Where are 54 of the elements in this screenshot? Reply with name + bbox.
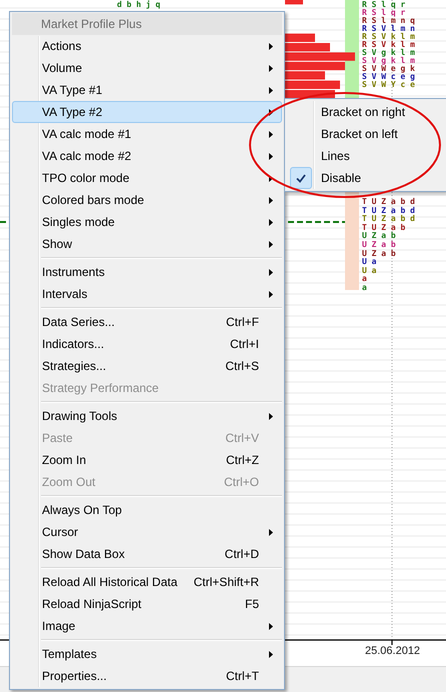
menu-item[interactable]: Instruments (12, 261, 282, 283)
menu-item[interactable]: Volume (12, 57, 282, 79)
menu-item[interactable]: VA calc mode #2 (12, 145, 282, 167)
menu-item[interactable]: Image (12, 615, 282, 637)
menu-item[interactable]: VA Type #2 (12, 101, 282, 123)
tpo-row-text: U Z a b (362, 240, 397, 250)
menu-item[interactable]: Disable (287, 167, 444, 189)
menu-item[interactable]: Cursor (12, 521, 282, 543)
tpo-row: S V g k l m (362, 49, 415, 57)
menu-item[interactable]: Colored bars mode (12, 189, 282, 211)
tpo-row-text: R S l q r (362, 9, 406, 17)
menu-item[interactable]: Intervals (12, 283, 282, 305)
menu-item[interactable]: Reload All Historical Data Ctrl+Shift+R (12, 571, 282, 593)
tpo-row: S V W c e g (362, 73, 415, 81)
menu-item[interactable]: Data Series... Ctrl+F (12, 311, 282, 333)
menu-item[interactable]: Bracket on right (287, 101, 444, 123)
tpo-row-text: a (362, 284, 368, 293)
menu-item[interactable]: VA calc mode #1 (12, 123, 282, 145)
menu-item[interactable]: Templates (12, 643, 282, 665)
menu-item[interactable]: VA Type #1 (12, 79, 282, 101)
menu-item[interactable]: Lines (287, 145, 444, 167)
tpo-row-text: T U Z a b d (362, 206, 415, 215)
menu-item[interactable]: Singles mode (12, 211, 282, 233)
tpo-row-text: T U Z a b d (362, 198, 415, 206)
tpo-row-text: U Z a b (362, 232, 397, 240)
tpo-row-text: U a (362, 258, 378, 267)
tpo-row: R S V l m n (362, 25, 415, 33)
menu-item[interactable]: Show (12, 233, 282, 255)
menu-item[interactable]: Always On Top (12, 499, 282, 521)
menu-header: Market Profile Plus (12, 13, 282, 35)
tpo-row-text: U Z a b (362, 250, 397, 258)
menu-item[interactable]: Actions (12, 35, 282, 57)
tpo-row: R S V k l m (362, 41, 415, 49)
menu-item[interactable]: Bracket on left (287, 123, 444, 145)
tpo-row: R S V k l m (362, 33, 415, 41)
tpo-row: S V g k l m (362, 57, 415, 65)
menu-item[interactable]: Indicators... Ctrl+I (12, 333, 282, 355)
date-label: 25.06.2012 (365, 645, 420, 657)
menu-item[interactable]: Properties... Ctrl+T (12, 665, 282, 687)
menu-item[interactable]: Drawing Tools (12, 405, 282, 427)
tpo-letters: d b h j q (117, 1, 160, 9)
menu-item[interactable]: Strategies... Ctrl+S (12, 355, 282, 377)
menu-item[interactable]: Reload NinjaScript F5 (12, 593, 282, 615)
tpo-row: S V W e g k (362, 65, 415, 73)
tpo-row: S V W Y c e (362, 81, 415, 89)
tpo-row-text: T U Z a b (362, 224, 406, 232)
tpo-row-text: U a (362, 266, 378, 276)
tpo-row-text: a (362, 275, 368, 284)
tpo-row-text: R S l q r (362, 1, 406, 9)
menu-item[interactable]: TPO color mode (12, 167, 282, 189)
menu-item[interactable]: Zoom In Ctrl+Z (12, 449, 282, 471)
menu-item[interactable]: Show Data Box Ctrl+D (12, 543, 282, 565)
tpo-row: R S l m n q (362, 17, 415, 25)
tpo-row-text: T U Z a b d (362, 215, 415, 224)
